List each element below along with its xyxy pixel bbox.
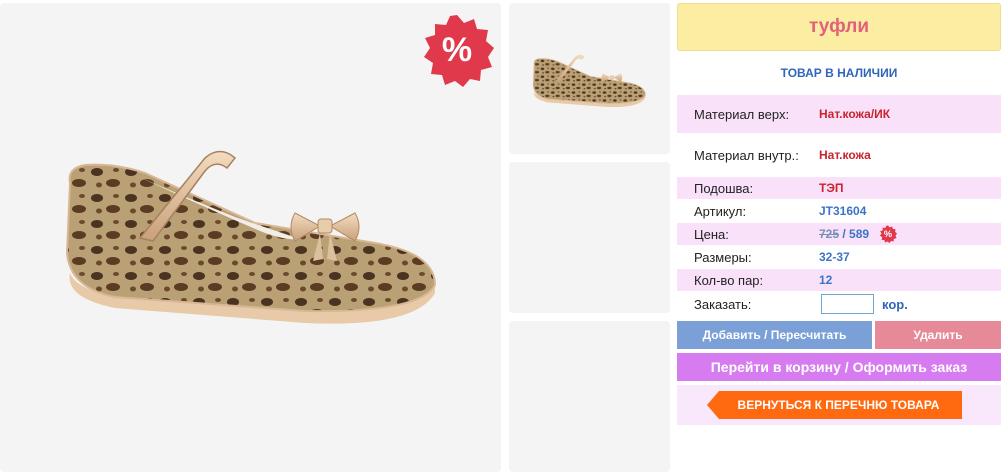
pairs-value: 12 [819, 273, 833, 287]
price-separator: / [839, 227, 850, 241]
attr-label: Материал внутр.: [694, 147, 799, 163]
attr-row-article: Артикул: JT31604 [677, 199, 1001, 223]
back-to-list-label: ВЕРНУТЬСЯ К ПЕРЕЧНЮ ТОВАРА [737, 398, 940, 412]
attr-label: Материал верх: [694, 106, 790, 122]
attr-label: Артикул: [694, 203, 747, 219]
back-to-list-button[interactable]: ВЕРНУТЬСЯ К ПЕРЕЧНЮ ТОВАРА [707, 391, 962, 419]
order-quantity-input[interactable] [821, 294, 874, 314]
sale-badge-icon: % [424, 15, 494, 87]
order-unit: кор. [882, 296, 908, 312]
shoe-image [65, 150, 437, 324]
price-values: 725 / 589 [819, 227, 869, 241]
delete-button[interactable]: Удалить [875, 321, 1001, 349]
order-row: Заказать: кор. [677, 291, 1001, 317]
sale-mini-icon: % [880, 225, 898, 243]
sizes-value: 32-37 [819, 250, 850, 264]
attr-row-sole: Подошва: ТЭП [677, 177, 1001, 199]
action-buttons: Добавить / Пересчитать Удалить [677, 321, 1001, 349]
pairs-row: Кол-во пар: 12 [677, 269, 1001, 291]
pairs-label: Кол-во пар: [694, 272, 764, 288]
product-page: % туфли ТОВАР В НАЛИЧИИ Материал верх: Н… [0, 0, 1004, 472]
add-recalculate-button[interactable]: Добавить / Пересчитать [677, 321, 872, 349]
attr-row-inner-material: Материал внутр.: Нат.кожа [677, 136, 1001, 174]
old-price: 725 [819, 227, 840, 241]
thumbnail-2[interactable] [509, 162, 670, 313]
shoe-thumbnail-image [532, 54, 646, 108]
stock-status: ТОВАР В НАЛИЧИИ [780, 66, 898, 80]
price-label: Цена: [694, 226, 729, 242]
attr-value: Нат.кожа/ИК [819, 107, 891, 121]
product-title-box: туфли [677, 3, 1001, 51]
thumbnail-1[interactable] [509, 3, 670, 154]
sale-badge-symbol: % [442, 31, 472, 69]
back-box: ВЕРНУТЬСЯ К ПЕРЕЧНЮ ТОВАРА [677, 385, 1001, 425]
attr-value: Нат.кожа [819, 148, 871, 162]
attr-value: ТЭП [819, 181, 844, 195]
attr-row-upper-material: Материал верх: Нат.кожа/ИК [677, 95, 1001, 133]
new-price: 589 [849, 227, 870, 241]
svg-text:%: % [884, 229, 892, 239]
sizes-row: Размеры: 32-37 [677, 245, 1001, 269]
product-title: туфли [809, 16, 869, 37]
go-to-cart-button[interactable]: Перейти в корзину / Оформить заказ [677, 353, 1001, 381]
thumbnail-3[interactable] [509, 321, 670, 472]
attr-label: Подошва: [694, 180, 754, 196]
product-info-panel: туфли ТОВАР В НАЛИЧИИ Материал верх: Нат… [677, 3, 1001, 425]
main-product-image[interactable]: % [0, 3, 501, 472]
attr-value: JT31604 [819, 204, 867, 218]
sizes-label: Размеры: [694, 249, 752, 265]
order-label: Заказать: [694, 296, 752, 312]
price-row: Цена: 725 / 589 % [677, 223, 1001, 245]
